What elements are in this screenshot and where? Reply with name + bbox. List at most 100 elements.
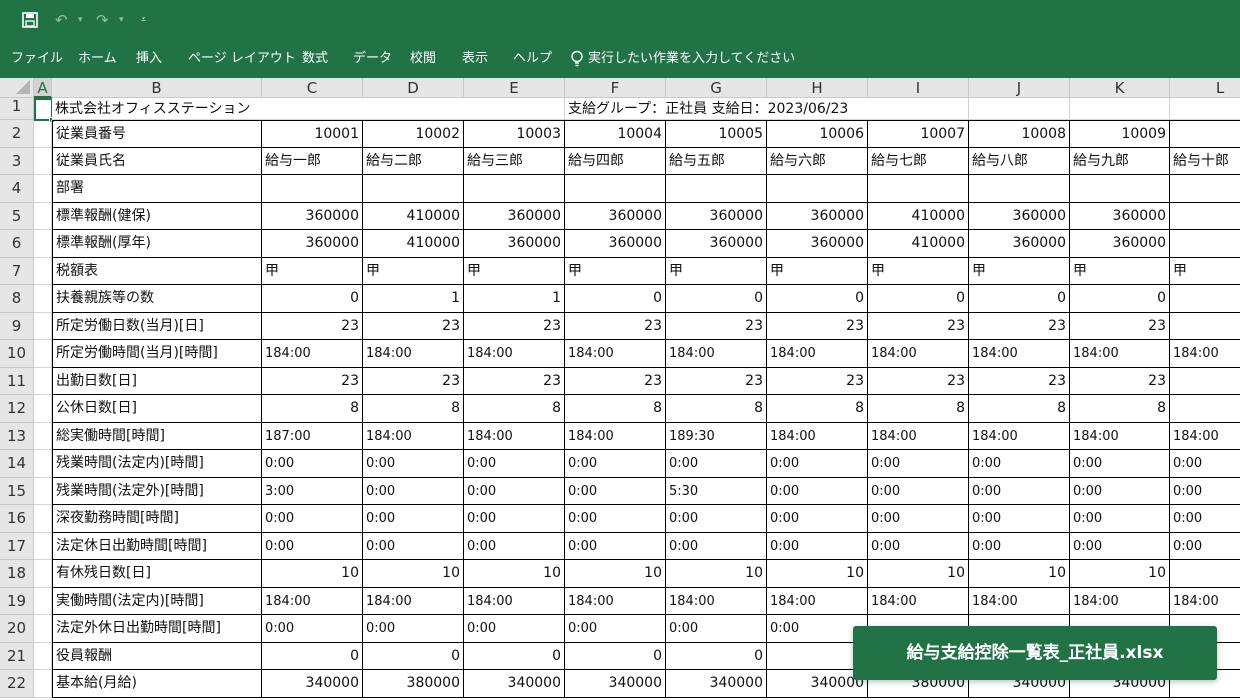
row-label[interactable]: 実働時間(法定内)[時間] <box>52 587 262 615</box>
cell[interactable] <box>34 615 52 643</box>
data-cell[interactable]: 23 <box>565 367 666 395</box>
data-cell[interactable]: 23 <box>969 312 1070 340</box>
data-cell[interactable]: 0:00 <box>868 477 969 505</box>
data-cell[interactable]: 184:00 <box>363 587 464 615</box>
cell[interactable] <box>34 642 52 670</box>
data-cell[interactable]: 410000 <box>868 230 969 258</box>
data-cell[interactable]: 8 <box>262 395 363 423</box>
data-cell[interactable]: 23 <box>969 367 1070 395</box>
data-cell[interactable]: 10 <box>464 560 565 588</box>
data-cell[interactable]: 0:00 <box>464 615 565 643</box>
data-cell[interactable]: 0:00 <box>868 505 969 533</box>
row-label[interactable]: 所定労働日数(当月)[日] <box>52 312 262 340</box>
data-cell[interactable]: 8 <box>868 395 969 423</box>
data-cell[interactable]: 0:00 <box>565 505 666 533</box>
data-cell[interactable]: 10 <box>666 560 767 588</box>
tab-home[interactable]: ホーム <box>78 40 117 78</box>
row-header[interactable]: 19 <box>0 587 34 615</box>
data-cell[interactable]: 360000 <box>767 202 868 230</box>
data-cell[interactable]: 8 <box>565 395 666 423</box>
cell[interactable] <box>34 505 52 533</box>
data-cell[interactable]: 360000 <box>262 202 363 230</box>
data-cell[interactable]: 0 <box>767 285 868 313</box>
data-cell[interactable]: 0:00 <box>868 532 969 560</box>
data-cell[interactable]: 1 <box>464 285 565 313</box>
data-cell[interactable]: 10003 <box>464 120 565 148</box>
row-header[interactable]: 15 <box>0 477 34 505</box>
data-cell[interactable]: 1 <box>363 285 464 313</box>
data-cell[interactable]: 3:00 <box>262 477 363 505</box>
data-cell[interactable]: 給与三郎 <box>464 147 565 175</box>
data-cell[interactable]: 甲 <box>868 257 969 285</box>
cell[interactable] <box>34 450 52 478</box>
column-header-f[interactable]: F <box>565 78 666 98</box>
data-cell[interactable]: 甲 <box>565 257 666 285</box>
data-cell[interactable]: 360000 <box>666 230 767 258</box>
data-cell[interactable]: 10 <box>262 560 363 588</box>
row-header[interactable]: 2 <box>0 120 34 148</box>
row-label[interactable]: 残業時間(法定外)[時間] <box>52 477 262 505</box>
data-cell[interactable]: 0:00 <box>464 450 565 478</box>
data-cell[interactable]: 10006 <box>767 120 868 148</box>
row-label[interactable]: 役員報酬 <box>52 642 262 670</box>
data-cell[interactable] <box>464 175 565 203</box>
row-label[interactable]: 有休残日数[日] <box>52 560 262 588</box>
data-cell[interactable]: 360000 <box>565 202 666 230</box>
data-cell[interactable]: 184:00 <box>565 587 666 615</box>
cell[interactable] <box>34 670 52 698</box>
data-cell[interactable]: 23 <box>767 312 868 340</box>
cell[interactable] <box>34 147 52 175</box>
tell-me-search[interactable]: 実行したい作業を入力してください <box>588 40 795 78</box>
data-cell[interactable]: 184:00 <box>1170 588 1240 615</box>
data-cell[interactable] <box>1170 368 1240 395</box>
data-cell[interactable]: 189:30 <box>666 422 767 450</box>
data-cell[interactable]: 23 <box>1070 312 1170 340</box>
data-cell[interactable]: 10 <box>868 560 969 588</box>
redo-icon[interactable]: ↷ <box>96 9 109 31</box>
data-cell[interactable]: 甲 <box>262 257 363 285</box>
data-cell[interactable]: 0 <box>666 285 767 313</box>
data-cell[interactable]: 184:00 <box>1070 422 1170 450</box>
data-cell[interactable]: 184:00 <box>1170 340 1240 368</box>
data-cell[interactable]: 360000 <box>1070 202 1170 230</box>
column-header-b[interactable]: B <box>52 78 262 98</box>
cell[interactable] <box>34 477 52 505</box>
data-cell[interactable]: 410000 <box>868 202 969 230</box>
data-cell[interactable]: 0:00 <box>262 505 363 533</box>
data-cell[interactable]: 給与十郎 <box>1170 148 1240 175</box>
data-cell[interactable]: 340000 <box>666 670 767 698</box>
data-cell[interactable]: 360000 <box>464 202 565 230</box>
data-cell[interactable]: 650 <box>1170 203 1240 230</box>
data-cell[interactable]: 0:00 <box>666 505 767 533</box>
data-cell[interactable]: 184:00 <box>969 422 1070 450</box>
row-header[interactable]: 5 <box>0 202 34 230</box>
data-cell[interactable] <box>262 175 363 203</box>
cell[interactable] <box>34 340 52 368</box>
data-cell[interactable]: 23 <box>868 312 969 340</box>
row-label[interactable]: 公休日数[日] <box>52 395 262 423</box>
data-cell[interactable]: 8 <box>1070 395 1170 423</box>
row-header[interactable]: 17 <box>0 532 34 560</box>
data-cell[interactable]: 0:00 <box>969 532 1070 560</box>
data-cell[interactable]: 0:00 <box>969 450 1070 478</box>
column-header-c[interactable]: C <box>262 78 363 98</box>
data-cell[interactable]: 10009 <box>1070 120 1170 148</box>
data-cell[interactable]: 360000 <box>1070 230 1170 258</box>
data-cell[interactable]: 0:00 <box>767 505 868 533</box>
data-cell[interactable]: 184:00 <box>767 422 868 450</box>
data-cell[interactable]: 184:00 <box>767 587 868 615</box>
data-cell[interactable]: 0 <box>262 642 363 670</box>
column-header-e[interactable]: E <box>464 78 565 98</box>
column-header-d[interactable]: D <box>363 78 464 98</box>
data-cell[interactable] <box>1170 560 1240 588</box>
data-cell[interactable]: 184:00 <box>565 340 666 368</box>
data-cell[interactable]: 184:00 <box>666 587 767 615</box>
cell[interactable] <box>34 175 52 203</box>
row-label[interactable]: 総実働時間[時間] <box>52 422 262 450</box>
cell[interactable] <box>34 257 52 285</box>
data-cell[interactable]: 0:00 <box>464 505 565 533</box>
row-header[interactable]: 21 <box>0 642 34 670</box>
cell[interactable] <box>34 285 52 313</box>
tab-insert[interactable]: 挿入 <box>136 40 162 78</box>
row-label[interactable]: 法定外休日出勤時間[時間] <box>52 615 262 643</box>
